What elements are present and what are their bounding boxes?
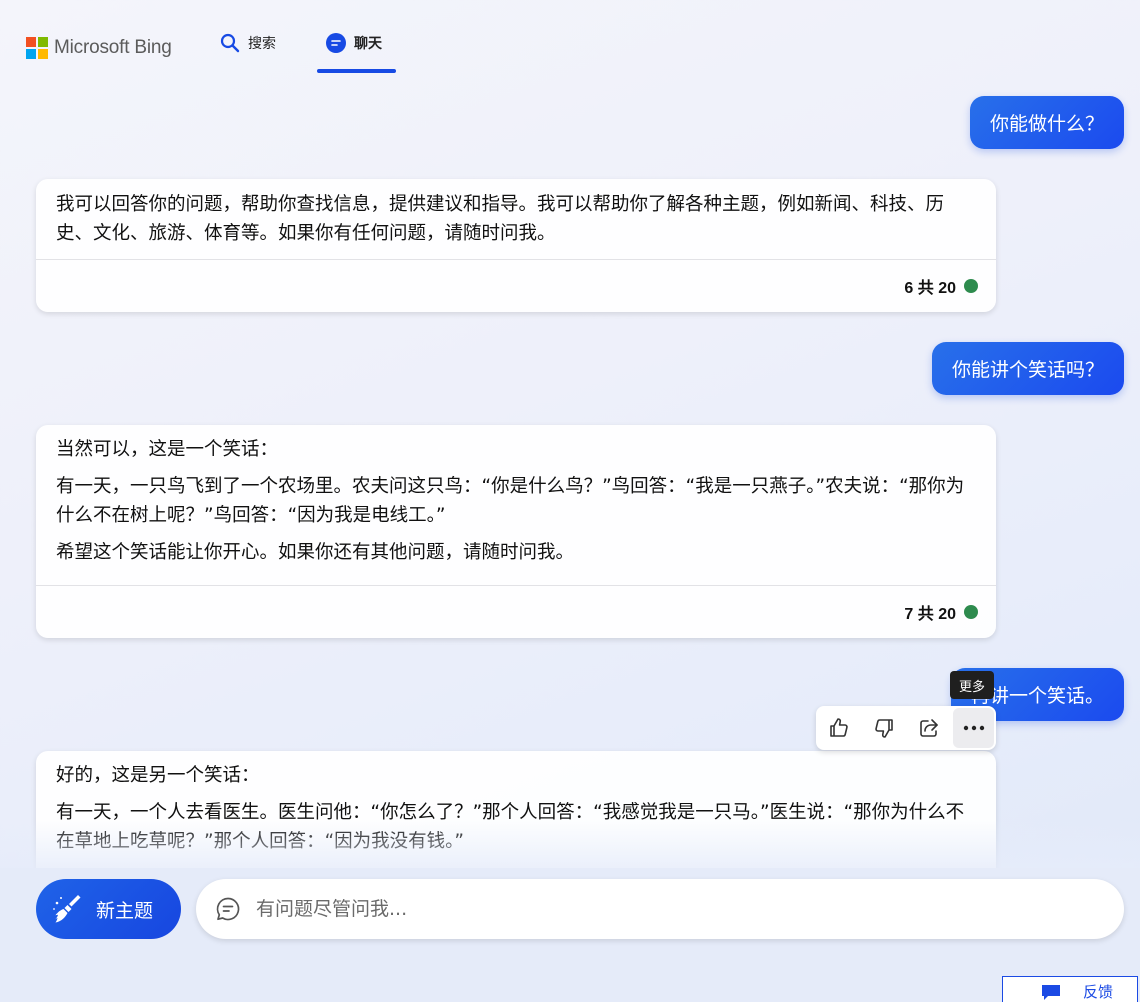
share-icon [919,719,938,737]
status-dot-icon [964,605,978,619]
thumbs-down-icon [874,719,893,738]
tab-chat[interactable]: 聊天 [326,33,382,53]
more-button[interactable] [953,708,994,748]
tab-search[interactable]: 搜索 [220,33,276,53]
message-actions-toolbar [816,706,996,750]
turn-counter: 6 共 20 [904,280,956,297]
chat-input[interactable] [256,898,1076,920]
thumbs-up-icon [829,718,848,737]
status-dot-icon [964,279,978,293]
user-message: 你能做什么？ [969,96,1124,149]
feedback-label: 反馈 [1083,983,1114,1001]
bot-message-footer: 7 共 20 [36,585,996,638]
new-topic-label: 新主题 [96,899,154,922]
bot-message-card: 我可以回答你的问题，帮助你查找信息，提供建议和指导。我可以帮助你了解各种主题，例… [36,179,996,312]
feedback-icon [1042,985,1060,1000]
chat-icon [326,33,346,53]
header: Microsoft Bing 搜索 聊天 [0,0,1140,80]
bot-message-body: 当然可以，这是一个笑话： 有一天，一只鸟飞到了一个农场里。农夫问这只鸟：“你是什… [36,425,996,585]
bot-message-footer: 6 共 20 [36,259,996,312]
microsoft-logo-icon [26,37,48,59]
chat-input-container [196,879,1124,939]
feedback-button[interactable]: 反馈 [1002,976,1138,1002]
search-icon [220,33,240,53]
bot-message-text: 当然可以，这是一个笑话： [56,439,279,460]
thumbs-up-button[interactable] [816,706,861,750]
bot-message-card: 当然可以，这是一个笑话： 有一天，一只鸟飞到了一个农场里。农夫问这只鸟：“你是什… [36,425,996,638]
new-topic-button[interactable]: 新主题 [36,879,181,939]
turn-counter: 7 共 20 [904,606,956,623]
bot-message-text: 好的，这是另一个笑话： [56,765,260,786]
bot-message-body: 我可以回答你的问题，帮助你查找信息，提供建议和指导。我可以帮助你了解各种主题，例… [36,179,996,259]
user-message: 你能讲个笑话吗？ [931,342,1124,395]
thumbs-down-button[interactable] [861,706,906,750]
active-tab-indicator [317,69,396,73]
tab-search-label: 搜索 [248,36,276,52]
bot-message-text: 有一天，一只鸟飞到了一个农场里。农夫问这只鸟：“你是什么鸟？”鸟回答：“我是一只… [56,476,965,526]
more-tooltip: 更多 [950,671,995,699]
bot-message-text: 我可以回答你的问题，帮助你查找信息，提供建议和指导。我可以帮助你了解各种主题，例… [56,194,945,244]
more-icon [963,725,984,731]
bot-message-text: 希望这个笑话能让你开心。如果你还有其他问题，请随时问我。 [56,542,575,563]
logo-text: Microsoft Bing [54,37,172,58]
chat-bubble-icon [216,897,240,921]
broom-icon [53,895,81,923]
tab-chat-label: 聊天 [354,36,382,52]
share-button[interactable] [906,706,951,750]
bing-logo[interactable]: Microsoft Bing [26,37,172,59]
